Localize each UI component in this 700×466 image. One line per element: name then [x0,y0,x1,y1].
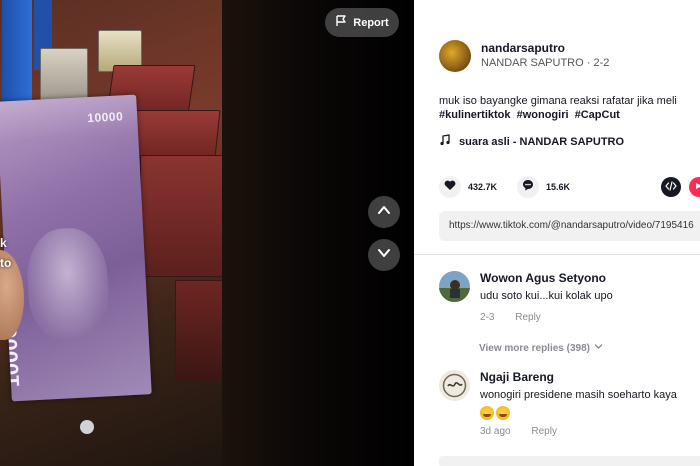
view-replies-label: View more replies (398) [479,342,590,354]
banknote-denomination-top: 10000 [86,109,124,126]
author-avatar[interactable] [439,40,471,72]
video-player[interactable]: 10000 10000 k to Report [0,0,414,466]
comment-date: 2-3 [480,312,495,323]
commenter-avatar[interactable] [439,271,470,302]
commenter-name[interactable]: Ngaji Bareng [480,370,677,385]
heart-icon [444,178,456,196]
bench [175,280,222,382]
report-label: Report [353,16,389,29]
comment-count: 15.6K [546,182,571,192]
bench [125,110,221,158]
comment-date: 3d ago [480,426,511,437]
like-button[interactable] [439,176,461,198]
comment-input-bar[interactable] [439,456,700,466]
caption-text: muk iso bayangke gimana reaksi rafatar j… [439,95,677,107]
author-separator: · [583,57,594,69]
flag-icon [335,15,347,30]
music-label: suara asli - NANDAR SAPUTRO [459,135,625,148]
video-blur-fill [222,0,414,466]
next-video-button[interactable] [368,239,400,271]
hashtag-link[interactable]: #CapCut [575,109,620,121]
music-note-icon [439,134,451,149]
hashtag-list: #kulinertiktok #wonogiri #CapCut [439,109,623,121]
chevron-up-icon [377,203,391,222]
post-date: 2-2 [593,57,610,69]
video-frame: 10000 10000 k to [0,0,222,466]
blue-pillar [2,0,32,110]
details-panel: nandarsaputro NANDAR SAPUTRO · 2-2 muk i… [414,0,700,466]
laughing-emoji-icon [496,406,510,420]
banknote-portrait [25,226,111,341]
commenter-avatar[interactable] [439,370,470,401]
share-button[interactable] [689,177,700,197]
commenter-name[interactable]: Wowon Agus Setyono [480,271,613,286]
author-subtitle: NANDAR SAPUTRO · 2-2 [481,56,609,71]
comment-emojis [480,406,677,420]
comment-button[interactable] [517,176,540,198]
previous-video-button[interactable] [368,196,400,228]
comment-meta: 2-3 Reply [480,312,613,323]
comment-item: Wowon Agus Setyono udu soto kui...kui ko… [439,271,613,323]
embed-button[interactable] [661,177,681,197]
hashtag-link[interactable]: #wonogiri [517,109,569,121]
engagement-bar: 432.7K 15.6K [439,176,700,198]
music-link[interactable]: suara asli - NANDAR SAPUTRO [439,134,624,149]
video-link-field[interactable]: https://www.tiktok.com/@nandarsaputro/vi… [439,211,700,241]
chevron-down-icon [594,342,603,354]
report-button[interactable]: Report [325,8,399,37]
reply-button[interactable]: Reply [531,426,557,437]
reply-button[interactable]: Reply [515,312,541,323]
bench [140,155,222,277]
laughing-emoji-icon [480,406,494,420]
comment-text: wonogiri presidene masih soeharto kaya [480,389,677,401]
comment-item: Ngaji Bareng wonogiri presidene masih so… [439,370,677,437]
comment-icon [522,178,534,196]
banknote: 10000 10000 [0,94,152,402]
chevron-down-icon [377,246,391,265]
author-display-name: NANDAR SAPUTRO [481,57,584,69]
hashtag-link[interactable]: #kulinertiktok [439,109,511,121]
comment-text: udu soto kui...kui kolak upo [480,290,613,302]
cup [80,420,94,434]
author-username[interactable]: nandarsaputro [481,41,609,56]
code-icon [665,178,677,196]
comment-meta: 3d ago Reply [480,426,677,437]
video-overlay-text-1: k [0,236,7,250]
share-icon [694,178,700,196]
author-info[interactable]: nandarsaputro NANDAR SAPUTRO · 2-2 [439,40,609,72]
view-more-replies-button[interactable]: View more replies (398) [479,342,603,354]
video-overlay-text-2: to [0,256,12,270]
comments-divider [414,254,700,255]
like-count: 432.7K [468,182,498,192]
